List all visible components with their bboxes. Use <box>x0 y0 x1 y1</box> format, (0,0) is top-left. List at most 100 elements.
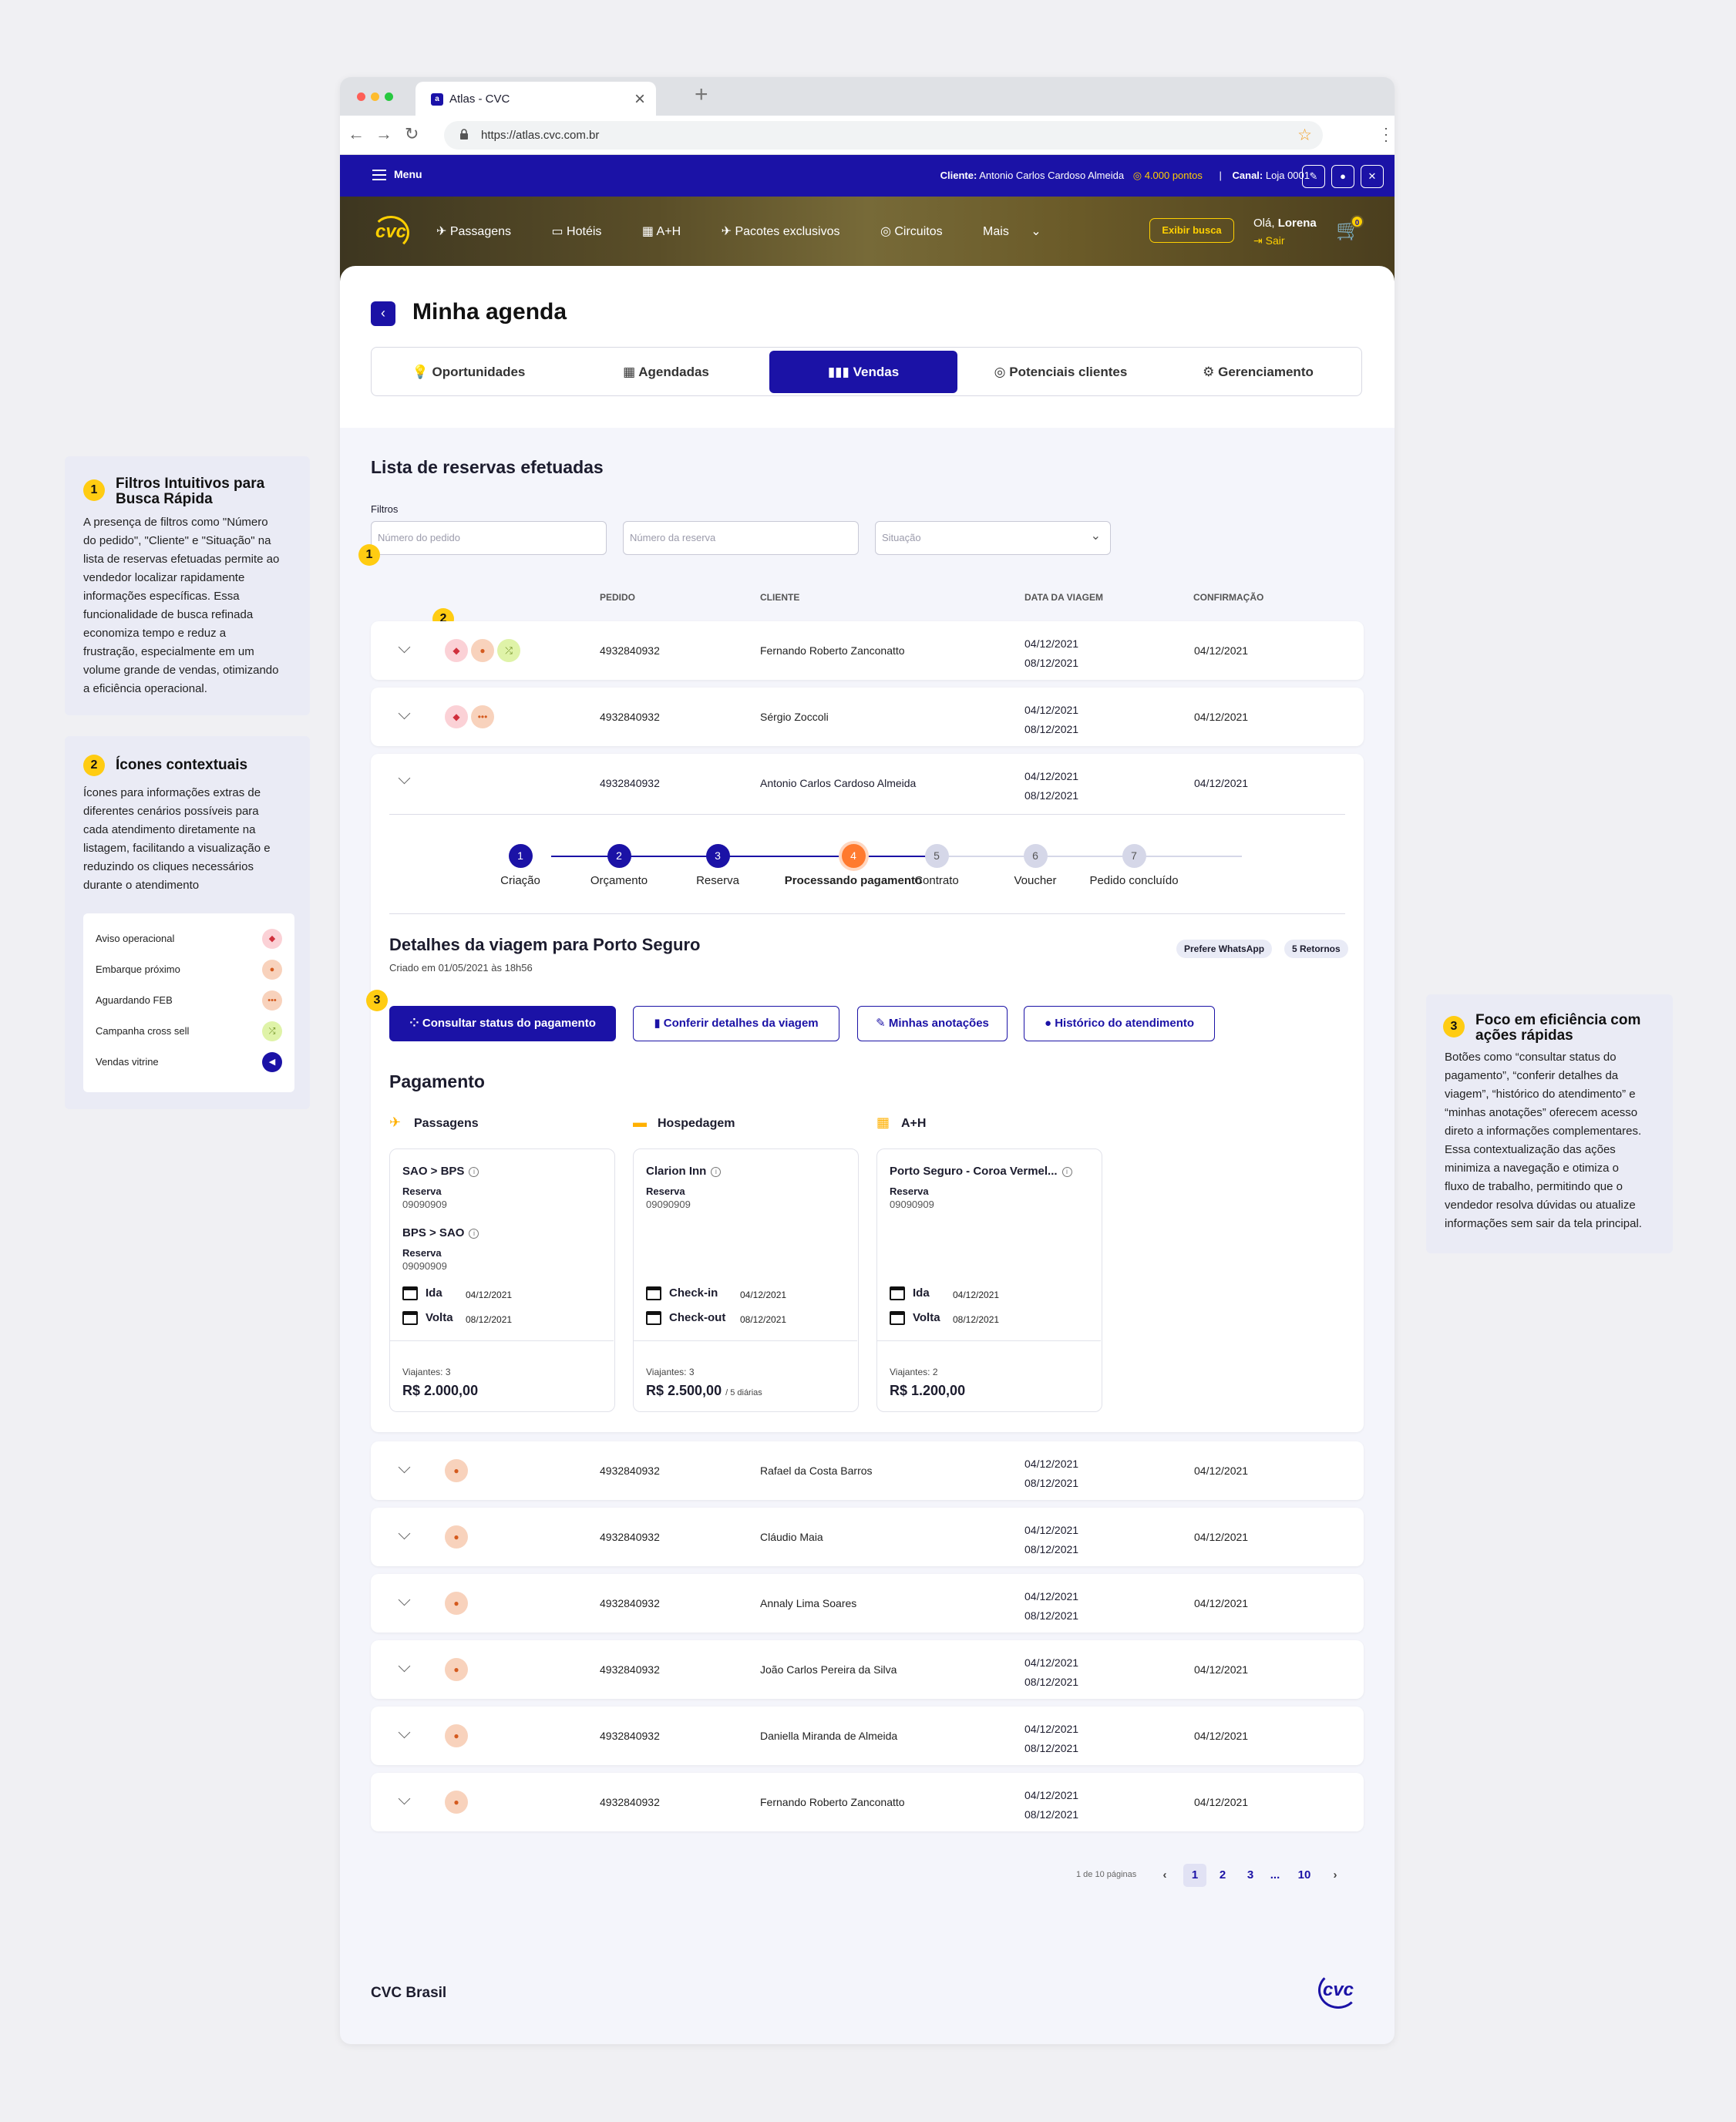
close-tab-icon[interactable]: × <box>634 89 645 110</box>
browser-window: a Atlas - CVC × + ← → ↻ https://atlas.cv… <box>340 77 1395 2044</box>
annotation-filters: 1 Filtros Intuitivos para Busca Rápida A… <box>65 456 310 715</box>
order-number-input[interactable]: Número do pedido <box>371 521 607 555</box>
edit-icon[interactable]: ✎ <box>1302 165 1325 188</box>
step-reserva: 3 Reserva <box>656 844 779 887</box>
nav-circuitos[interactable]: ◎ Circuitos <box>880 225 961 238</box>
service-history-button[interactable]: ● Histórico do atendimento <box>1024 1006 1215 1041</box>
trip-dates: 04/12/2021 08/12/2021 <box>1024 637 1079 669</box>
back-icon[interactable]: ← <box>348 124 365 144</box>
column-data-viagem: DATA DA VIAGEM <box>1024 592 1103 603</box>
status-select[interactable]: Situação ⌄ <box>875 521 1111 555</box>
next-page-icon[interactable]: › <box>1324 1864 1347 1887</box>
page-header: ‹ Minha agenda 💡 Oportunidades ▦ Agendad… <box>340 266 1395 428</box>
route-return: BPS > SAO i <box>402 1226 479 1239</box>
my-notes-button[interactable]: ✎ Minhas anotações <box>857 1006 1008 1041</box>
tab-vendas[interactable]: ▮▮▮ Vendas <box>769 351 957 393</box>
cvc-logo[interactable]: cvc <box>369 214 412 251</box>
tab-agendadas[interactable]: ▦ Agendadas <box>572 351 760 393</box>
logout-link[interactable]: ⇥ Sair <box>1253 234 1285 247</box>
travelers-count: Viajantes: 3 <box>646 1367 695 1377</box>
table-row[interactable]: ● 4932840932 Daniella Miranda de Almeida… <box>371 1707 1364 1765</box>
route-outbound: SAO > BPS i <box>402 1165 479 1178</box>
favicon-icon: a <box>431 93 443 106</box>
flight-card[interactable]: SAO > BPS i Reserva 09090909 BPS > SAO i R… <box>389 1148 615 1412</box>
annotation-text: A presença de filtros como "Número do ped… <box>83 516 280 695</box>
hotel-card[interactable]: Clarion Inn i Reserva 09090909 Check-in 0… <box>633 1148 859 1412</box>
chevron-down-icon[interactable] <box>398 1660 411 1673</box>
confirmation-date: 04/12/2021 <box>1194 1663 1249 1676</box>
table-row[interactable]: ● 4932840932 João Carlos Pereira da Silv… <box>371 1640 1364 1699</box>
section-hospedagem: ▬ Hospedagem <box>633 1115 735 1130</box>
confirmation-date: 04/12/2021 <box>1194 1597 1249 1609</box>
reservation-number-input[interactable]: Número da reserva <box>623 521 859 555</box>
chevron-down-icon[interactable] <box>398 1527 411 1540</box>
prev-page-icon[interactable]: ‹ <box>1153 1864 1176 1887</box>
new-tab-icon[interactable]: + <box>695 82 708 108</box>
chevron-down-icon[interactable] <box>398 707 411 720</box>
price: R$ 1.200,00 <box>890 1383 966 1398</box>
annotation-badge: 1 <box>83 479 105 501</box>
menu-label: Menu <box>394 168 422 180</box>
nav-hoteis[interactable]: ▭ Hotéis <box>551 225 620 238</box>
page-3[interactable]: 3 <box>1239 1864 1262 1887</box>
reload-icon[interactable]: ↻ <box>405 124 419 144</box>
icon-legend: Aviso operacional ◆ Embarque próximo ● A… <box>83 913 294 1092</box>
trip-dates: 04/12/2021 08/12/2021 <box>1024 1458 1079 1489</box>
chevron-down-icon[interactable] <box>398 641 411 654</box>
nav-mais[interactable]: Mais ⌄ <box>983 225 1041 238</box>
column-pedido: PEDIDO <box>600 592 636 603</box>
chevron-down-icon[interactable] <box>398 1726 411 1739</box>
check-trip-details-button[interactable]: ▮ Conferir detalhes da viagem <box>633 1006 839 1041</box>
client-name: Rafael da Costa Barros <box>760 1465 873 1477</box>
order-number: 4932840932 <box>600 1730 660 1742</box>
reservation-number: 09090909 <box>402 1199 447 1210</box>
table-row[interactable]: ● 4932840932 Cláudio Maia 04/12/2021 08/1… <box>371 1508 1364 1566</box>
package-card[interactable]: Porto Seguro - Coroa Vermel... i Reserva … <box>876 1148 1102 1412</box>
expanded-row-header[interactable]: 4932840932 Antonio Carlos Cardoso Almeid… <box>371 754 1364 812</box>
tab-potenciais-clientes[interactable]: ◎ Potenciais clientes <box>967 351 1155 393</box>
back-button[interactable]: ‹ <box>371 301 395 326</box>
legend-label: Vendas vitrine <box>96 1056 159 1068</box>
close-window-dot[interactable] <box>357 92 365 101</box>
chevron-down-icon[interactable] <box>398 1593 411 1606</box>
trip-dates: 04/12/2021 08/12/2021 <box>1024 1656 1079 1688</box>
tab-oportunidades[interactable]: 💡 Oportunidades <box>375 351 563 393</box>
forward-icon[interactable]: → <box>375 124 392 144</box>
nav-ah[interactable]: ▦ A+H <box>642 225 699 238</box>
chevron-down-icon[interactable] <box>398 1792 411 1805</box>
clock-icon: ● <box>445 1791 468 1814</box>
cart-icon[interactable]: 🛒 0 <box>1336 215 1364 241</box>
nav-pacotes[interactable]: ✈ Pacotes exclusivos <box>722 225 859 238</box>
show-search-button[interactable]: Exibir busca <box>1149 218 1234 243</box>
filters-label: Filtros <box>371 503 399 515</box>
departure-date: 04/12/2021 <box>953 1290 1000 1300</box>
tab-gerenciamento[interactable]: ⚙ Gerenciamento <box>1164 351 1352 393</box>
table-row[interactable]: ● 4932840932 Fernando Roberto Zanconatto… <box>371 1773 1364 1831</box>
table-row[interactable]: ◆ ● ⤮ 4932840932 Fernando Roberto Zancon… <box>371 621 1364 680</box>
maximize-window-dot[interactable] <box>385 92 393 101</box>
page-1[interactable]: 1 <box>1183 1864 1206 1887</box>
close-icon[interactable]: ✕ <box>1361 165 1384 188</box>
nav-passagens[interactable]: ✈ Passagens <box>436 225 530 238</box>
checkin-date: 04/12/2021 <box>740 1290 787 1300</box>
url-field[interactable]: https://atlas.cvc.com.br ☆ <box>444 121 1323 150</box>
check-payment-status-button[interactable]: ⁘ Consultar status do pagamento <box>389 1006 616 1041</box>
user-icon[interactable]: ● <box>1331 165 1354 188</box>
minimize-window-dot[interactable] <box>371 92 379 101</box>
browser-menu-icon[interactable]: · · · <box>1384 121 1388 147</box>
top-bar: Menu Cliente: Antonio Carlos Cardoso Alm… <box>340 155 1395 197</box>
cart-count-badge: 0 <box>1351 215 1364 228</box>
order-number: 4932840932 <box>600 1796 660 1808</box>
menu-button[interactable]: Menu <box>372 168 422 181</box>
browser-tabbar: a Atlas - CVC × + <box>340 77 1395 116</box>
annotation-icons: 2 Ícones contextuais Ícones para informa… <box>65 736 310 1109</box>
table-row[interactable]: ◆ ••• 4932840932 Sérgio Zoccoli 04/12/20… <box>371 688 1364 746</box>
bookmark-star-icon[interactable]: ☆ <box>1297 126 1312 145</box>
table-row[interactable]: ● 4932840932 Annaly Lima Soares 04/12/20… <box>371 1574 1364 1633</box>
page-10[interactable]: 10 <box>1293 1864 1316 1887</box>
browser-tab[interactable]: a Atlas - CVC × <box>415 82 656 116</box>
chevron-up-icon[interactable] <box>398 772 411 785</box>
table-row[interactable]: ● 4932840932 Rafael da Costa Barros 04/1… <box>371 1441 1364 1500</box>
page-2[interactable]: 2 <box>1211 1864 1234 1887</box>
chevron-down-icon[interactable] <box>398 1461 411 1474</box>
